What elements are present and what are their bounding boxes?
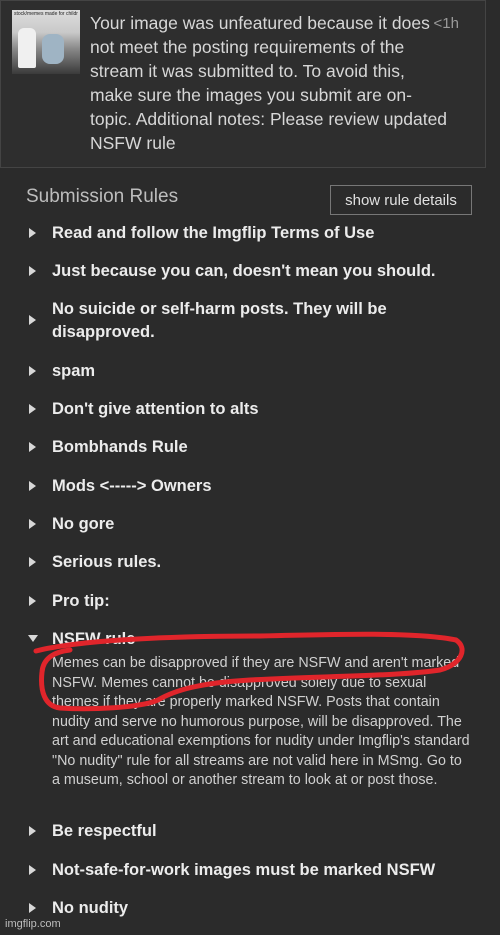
collapse-arrow-icon	[28, 635, 38, 642]
rule-label: NSFW rule	[52, 630, 136, 648]
rule-label: Be respectful	[52, 822, 157, 840]
rule-label: spam	[52, 362, 96, 380]
notification-time: <1h	[433, 15, 459, 32]
rule-label: Serious rules.	[52, 553, 162, 571]
expand-arrow-icon	[29, 826, 36, 836]
rule-label: No gore	[52, 515, 115, 533]
page: stock/memes made for children Your image…	[0, 0, 500, 935]
thumbnail-figure-left	[18, 28, 36, 68]
rule-label: Not-safe-for-work images must be marked …	[52, 861, 436, 879]
expand-arrow-icon	[29, 519, 36, 529]
expand-arrow-icon	[29, 315, 36, 325]
rule-label: Read and follow the Imgflip Terms of Use	[52, 224, 375, 242]
expand-arrow-icon	[29, 442, 36, 452]
rule-label: Just because you can, doesn't mean you s…	[52, 262, 436, 280]
expand-arrow-icon	[29, 481, 36, 491]
rule-label: No nudity	[52, 899, 129, 917]
show-rule-details-button[interactable]: show rule details	[330, 185, 472, 215]
expand-arrow-icon	[29, 903, 36, 913]
meme-thumbnail[interactable]: stock/memes made for children	[12, 10, 80, 74]
rule-label: Pro tip:	[52, 592, 110, 610]
expand-arrow-icon	[29, 404, 36, 414]
thumbnail-caption: stock/memes made for children	[14, 11, 78, 17]
expand-arrow-icon	[29, 366, 36, 376]
expand-arrow-icon	[29, 228, 36, 238]
notification-message: Your image was unfeatured because it doe…	[90, 13, 448, 153]
rule-label: Bombhands Rule	[52, 438, 188, 456]
expand-arrow-icon	[29, 266, 36, 276]
imgflip-watermark: imgflip.com	[5, 918, 61, 930]
expand-arrow-icon	[29, 865, 36, 875]
rule-label: Don't give attention to alts	[52, 400, 259, 418]
expand-arrow-icon	[29, 596, 36, 606]
nsfw-rule-description: Memes can be disapproved if they are NSF…	[52, 655, 470, 788]
unfeatured-notification[interactable]: stock/memes made for children Your image…	[0, 0, 486, 168]
rule-label: No suicide or self-harm posts. They will…	[52, 300, 387, 341]
rule-label: Mods <-----> Owners	[52, 477, 212, 495]
expand-arrow-icon	[29, 557, 36, 567]
thumbnail-figure-right	[42, 34, 64, 64]
submission-rules-title: Submission Rules	[26, 186, 179, 207]
